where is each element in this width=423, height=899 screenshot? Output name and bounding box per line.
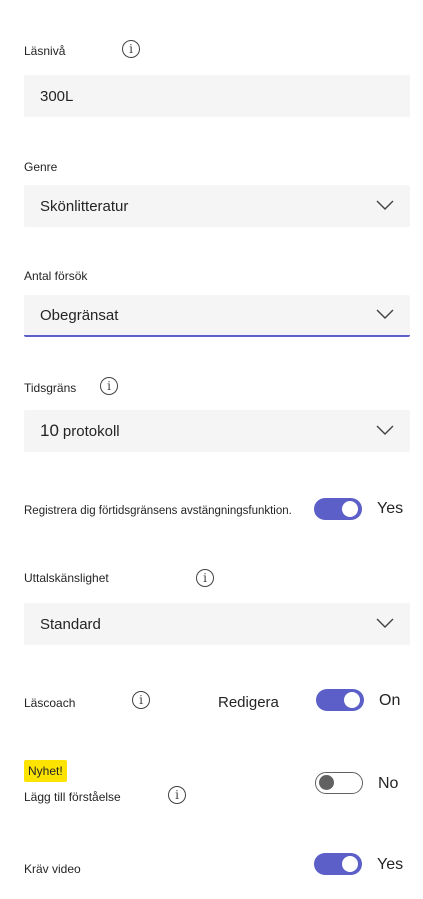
chevron-down-icon bbox=[376, 309, 394, 319]
genre-dropdown[interactable]: Skönlitteratur bbox=[24, 185, 410, 227]
comprehension-toggle[interactable] bbox=[315, 772, 363, 794]
time-limit-unit: protokoll bbox=[62, 422, 120, 440]
pronunciation-dropdown[interactable]: Standard bbox=[24, 603, 410, 645]
info-icon[interactable]: i bbox=[168, 786, 186, 804]
genre-label: Genre bbox=[24, 160, 58, 174]
require-video-label: Kräv video bbox=[24, 862, 81, 876]
new-badge: Nyhet! bbox=[24, 760, 67, 782]
toggle-knob bbox=[342, 856, 358, 872]
toggle-knob bbox=[344, 692, 360, 708]
attempts-selected-value: Obegränsat bbox=[40, 306, 119, 324]
reading-level-label: Läsnivå bbox=[24, 44, 66, 58]
chevron-down-icon bbox=[376, 618, 394, 628]
pronunciation-label: Uttalskänslighet bbox=[24, 571, 109, 585]
comprehension-state: No bbox=[378, 775, 399, 792]
info-icon[interactable]: i bbox=[122, 40, 140, 58]
reading-coach-label: Läscoach bbox=[24, 696, 76, 710]
pronunciation-selected-value: Standard bbox=[40, 615, 101, 633]
require-video-state: Yes bbox=[377, 856, 404, 873]
chevron-down-icon bbox=[376, 200, 394, 210]
reading-level-input[interactable]: 300L bbox=[24, 75, 410, 117]
attempts-label: Antal försök bbox=[24, 269, 88, 283]
toggle-knob bbox=[342, 501, 358, 517]
time-limit-cutoff-state: Yes bbox=[377, 500, 404, 517]
comprehension-label: Lägg till förståelse bbox=[24, 790, 121, 804]
reading-coach-state: On bbox=[379, 692, 401, 709]
attempts-dropdown[interactable]: Obegränsat bbox=[24, 295, 410, 337]
time-limit-number: 10 bbox=[40, 421, 59, 440]
reading-level-value: 300L bbox=[40, 87, 74, 105]
time-limit-label: Tidsgräns bbox=[24, 381, 77, 395]
time-limit-cutoff-label: Registrera dig förtidsgränsens avstängni… bbox=[24, 505, 292, 517]
require-video-toggle[interactable] bbox=[314, 853, 362, 875]
edit-link[interactable]: Redigera bbox=[218, 694, 279, 711]
info-icon[interactable]: i bbox=[132, 691, 150, 709]
time-limit-cutoff-toggle[interactable] bbox=[314, 498, 362, 520]
reading-coach-toggle[interactable] bbox=[316, 689, 364, 711]
time-limit-dropdown[interactable]: 10 protokoll bbox=[24, 410, 410, 452]
chevron-down-icon bbox=[376, 425, 394, 435]
info-icon[interactable]: i bbox=[196, 569, 214, 587]
info-icon[interactable]: i bbox=[100, 377, 118, 395]
genre-selected-value: Skönlitteratur bbox=[40, 197, 129, 215]
toggle-knob bbox=[319, 775, 334, 790]
